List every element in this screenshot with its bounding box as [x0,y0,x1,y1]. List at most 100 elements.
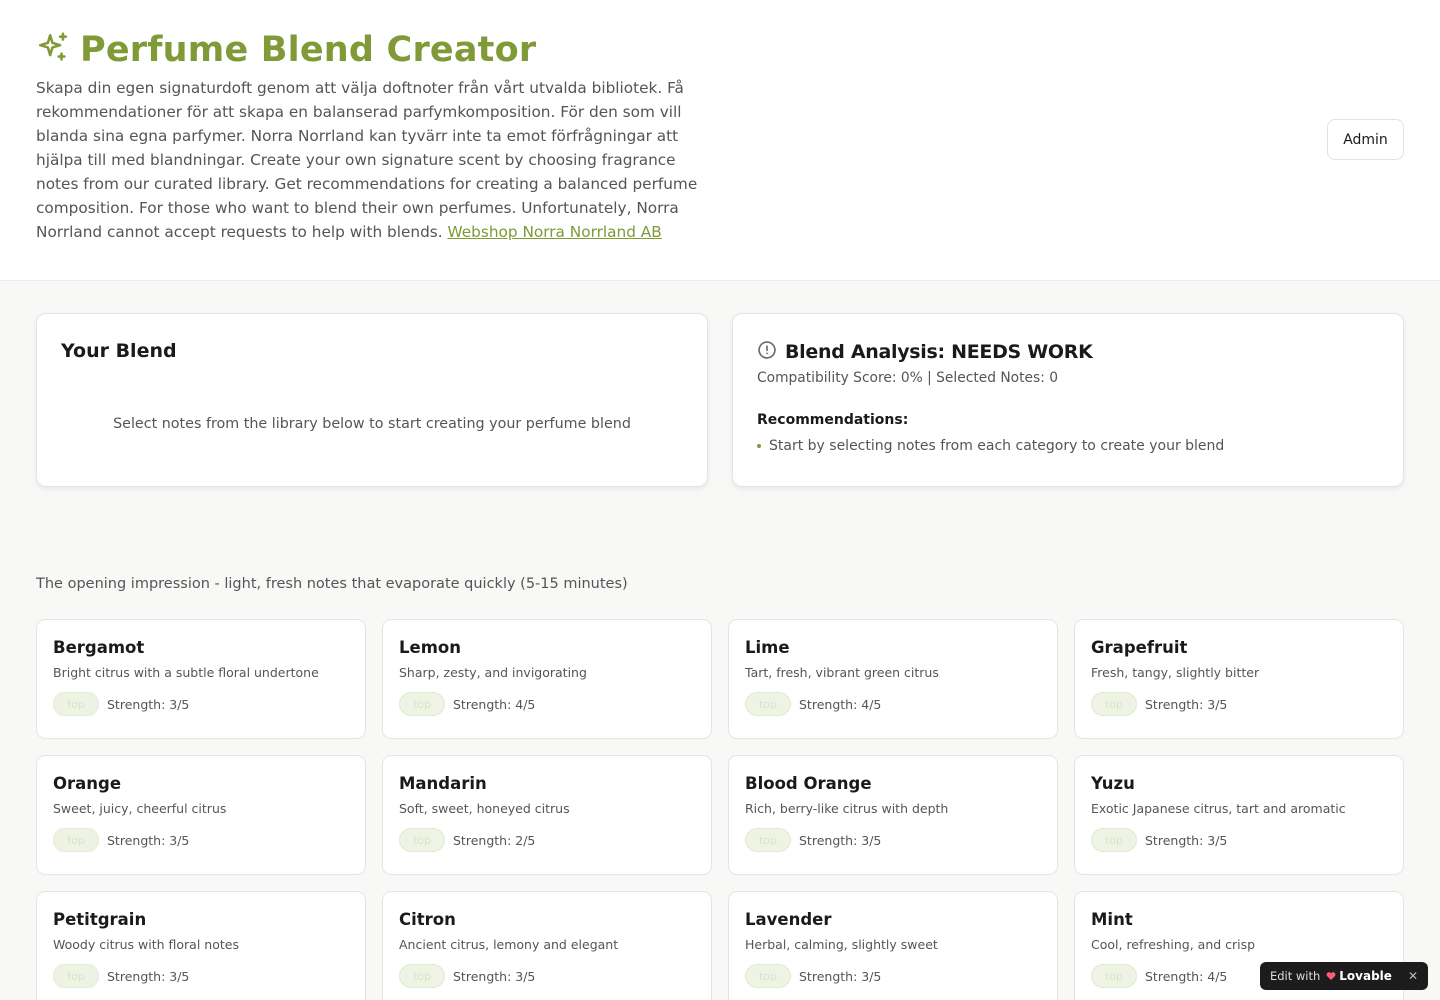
note-card-lavender[interactable]: Lavender Herbal, calming, slightly sweet… [728,891,1058,1000]
note-strength: Strength: 3/5 [799,968,882,984]
note-name: Mandarin [399,774,487,793]
lovable-heart-icon [1326,972,1336,980]
note-meta: top Strength: 3/5 [53,964,349,988]
admin-button[interactable]: Admin [1327,119,1404,160]
note-card-lemon[interactable]: Lemon Sharp, zesty, and invigorating top… [382,619,712,739]
note-name: Yuzu [1091,774,1135,793]
edit-with-lovable-badge[interactable]: Edit with Lovable ✕ [1259,962,1428,990]
notes-grid: Bergamot Bright citrus with a subtle flo… [36,619,1404,1000]
empty-blend-message: Select notes from the library below to s… [113,416,631,432]
note-meta: top Strength: 3/5 [745,964,1041,988]
note-name: Citron [399,910,456,929]
note-description: Bright citrus with a subtle floral under… [53,665,319,680]
note-category-tag: top [53,964,99,988]
badge-prefix: Edit with [1269,969,1321,983]
note-strength: Strength: 4/5 [453,696,536,712]
note-strength: Strength: 3/5 [107,832,190,848]
note-card-citron[interactable]: Citron Ancient citrus, lemony and elegan… [382,891,712,1000]
recommendations-title: Recommendations: [757,412,909,428]
alert-circle-icon [757,340,777,364]
your-blend-title: Your Blend [61,340,177,362]
lovable-brand: Lovable [1326,969,1392,983]
note-name: Bergamot [53,638,145,657]
note-category-tag: top [1091,692,1137,716]
note-category-tag: top [53,692,99,716]
note-card-petitgrain[interactable]: Petitgrain Woody citrus with floral note… [36,891,366,1000]
note-description: Exotic Japanese citrus, tart and aromati… [1091,801,1346,816]
recommendations-list: Start by selecting notes from each categ… [757,438,1379,454]
close-icon[interactable]: ✕ [1408,969,1418,983]
note-card-yuzu[interactable]: Yuzu Exotic Japanese citrus, tart and ar… [1074,755,1404,875]
note-description: Sweet, juicy, cheerful citrus [53,801,227,816]
note-description: Cool, refreshing, and crisp [1091,937,1256,952]
panels-row: Your Blend Select notes from the library… [36,313,1404,487]
note-strength: Strength: 4/5 [1145,968,1228,984]
note-meta: top Strength: 2/5 [399,828,695,852]
note-meta: top Strength: 4/5 [399,692,695,716]
blend-analysis-panel: Blend Analysis: NEEDS WORK Compatibility… [732,313,1404,487]
note-meta: top Strength: 4/5 [745,692,1041,716]
note-description: Sharp, zesty, and invigorating [399,665,587,680]
note-category-tag: top [745,964,791,988]
page-title: Perfume Blend Creator [80,30,537,70]
note-strength: Strength: 3/5 [799,832,882,848]
note-card-orange[interactable]: Orange Sweet, juicy, cheerful citrus top… [36,755,366,875]
note-strength: Strength: 4/5 [799,696,882,712]
note-name: Blood Orange [745,774,872,793]
note-category-tag: top [53,828,99,852]
recommendation-item: Start by selecting notes from each categ… [757,438,1379,454]
note-category-tag: top [399,964,445,988]
page-header: Perfume Blend Creator Skapa din egen sig… [0,0,1440,281]
intro-text: Skapa din egen signaturdoft genom att vä… [36,76,716,244]
note-meta: top Strength: 3/5 [399,964,695,988]
note-category-tag: top [745,828,791,852]
note-name: Grapefruit [1091,638,1188,657]
note-strength: Strength: 3/5 [1145,696,1228,712]
note-meta: top Strength: 3/5 [53,692,349,716]
note-description: Ancient citrus, lemony and elegant [399,937,619,952]
analysis-header: Blend Analysis: NEEDS WORK [757,340,1379,364]
note-description: Rich, berry-like citrus with depth [745,801,949,816]
note-name: Lavender [745,910,832,929]
webshop-link[interactable]: Webshop Norra Norrland AB [448,223,662,241]
note-name: Petitgrain [53,910,147,929]
note-description: Tart, fresh, vibrant green citrus [745,665,939,680]
note-meta: top Strength: 3/5 [1091,692,1387,716]
note-card-lime[interactable]: Lime Tart, fresh, vibrant green citrus t… [728,619,1058,739]
note-strength: Strength: 3/5 [453,968,536,984]
title-row: Perfume Blend Creator [36,30,1404,70]
note-description: Woody citrus with floral notes [53,937,239,952]
note-description: Fresh, tangy, slightly bitter [1091,665,1260,680]
note-description: Soft, sweet, honeyed citrus [399,801,570,816]
note-card-bergamot[interactable]: Bergamot Bright citrus with a subtle flo… [36,619,366,739]
note-strength: Strength: 3/5 [107,968,190,984]
note-card-blood-orange[interactable]: Blood Orange Rich, berry-like citrus wit… [728,755,1058,875]
note-card-grapefruit[interactable]: Grapefruit Fresh, tangy, slightly bitter… [1074,619,1404,739]
note-meta: top Strength: 3/5 [1091,828,1387,852]
note-name: Mint [1091,910,1133,929]
note-category-tag: top [745,692,791,716]
note-category-tag: top [399,828,445,852]
compatibility-score: Compatibility Score: 0% | Selected Notes… [757,370,1059,386]
note-name: Orange [53,774,122,793]
top-notes-description: The opening impression - light, fresh no… [36,576,628,592]
recommendation-text: Start by selecting notes from each categ… [769,438,1225,454]
note-category-tag: top [399,692,445,716]
lovable-brand-label: Lovable [1339,969,1392,983]
your-blend-panel: Your Blend Select notes from the library… [36,313,708,487]
sparkles-icon [36,31,70,69]
note-description: Herbal, calming, slightly sweet [745,937,938,952]
note-strength: Strength: 3/5 [1145,832,1228,848]
note-category-tag: top [1091,964,1137,988]
note-category-tag: top [1091,828,1137,852]
note-meta: top Strength: 3/5 [53,828,349,852]
note-name: Lime [745,638,790,657]
note-strength: Strength: 2/5 [453,832,536,848]
note-strength: Strength: 3/5 [107,696,190,712]
analysis-title: Blend Analysis: NEEDS WORK [785,341,1093,363]
note-name: Lemon [399,638,461,657]
intro-body: Skapa din egen signaturdoft genom att vä… [36,79,698,241]
note-card-mandarin[interactable]: Mandarin Soft, sweet, honeyed citrus top… [382,755,712,875]
note-meta: top Strength: 3/5 [745,828,1041,852]
bullet-icon [757,444,761,448]
